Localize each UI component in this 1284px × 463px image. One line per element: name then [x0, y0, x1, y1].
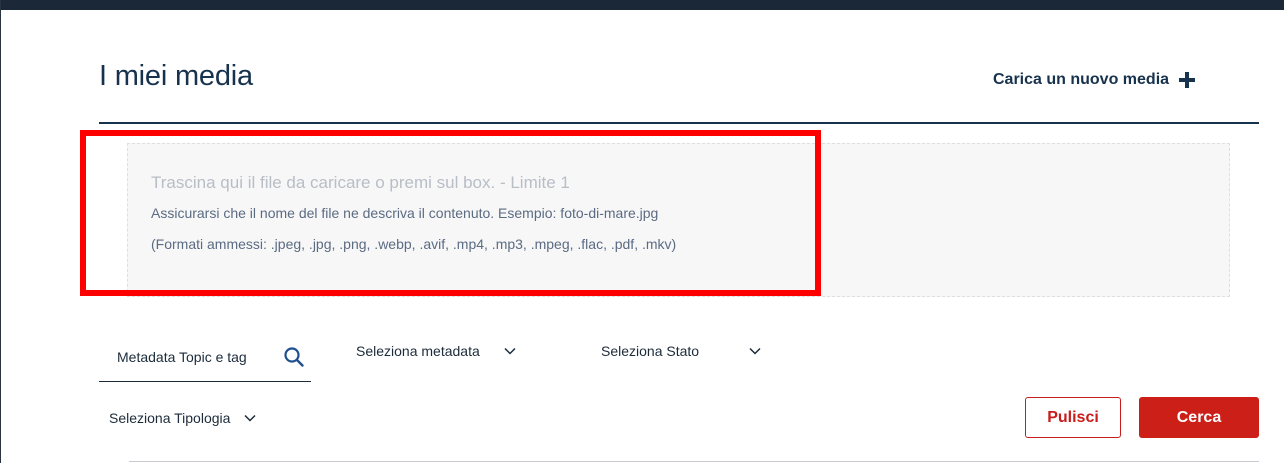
- search-icon[interactable]: [283, 346, 305, 368]
- metadata-search-value: Metadata Topic e tag: [117, 349, 247, 365]
- select-stato[interactable]: Seleziona Stato: [601, 343, 761, 359]
- page-title: I miei media: [99, 60, 253, 92]
- upload-new-media-link[interactable]: Carica un nuovo media: [993, 71, 1196, 89]
- dropzone-filename-hint: Assicurarsi che il nome del file ne desc…: [151, 205, 659, 221]
- upload-new-media-label: Carica un nuovo media: [993, 71, 1170, 88]
- title-divider: [99, 122, 1259, 124]
- select-tipologia[interactable]: Seleziona Tipologia: [109, 410, 256, 426]
- dropzone-allowed-formats: (Formati ammessi: .jpeg, .jpg, .png, .we…: [151, 236, 677, 252]
- media-page: I miei media Carica un nuovo media Trasc…: [0, 0, 1284, 463]
- search-button[interactable]: Cerca: [1139, 397, 1259, 438]
- chevron-down-icon: [504, 347, 516, 355]
- select-metadata[interactable]: Seleziona metadata: [356, 343, 516, 359]
- chevron-down-icon: [749, 347, 761, 355]
- top-bar: [1, 0, 1284, 10]
- select-stato-value: Seleziona Stato: [601, 343, 700, 359]
- select-tipologia-value: Seleziona Tipologia: [109, 410, 231, 426]
- chevron-down-icon: [244, 414, 256, 422]
- bottom-divider: [129, 461, 1259, 462]
- select-metadata-value: Seleziona metadata: [356, 343, 480, 359]
- plus-icon: [1179, 72, 1196, 88]
- clear-button[interactable]: Pulisci: [1025, 397, 1121, 438]
- dropzone-instruction: Trascina qui il file da caricare o premi…: [151, 173, 570, 192]
- metadata-search-input[interactable]: Metadata Topic e tag: [99, 340, 311, 382]
